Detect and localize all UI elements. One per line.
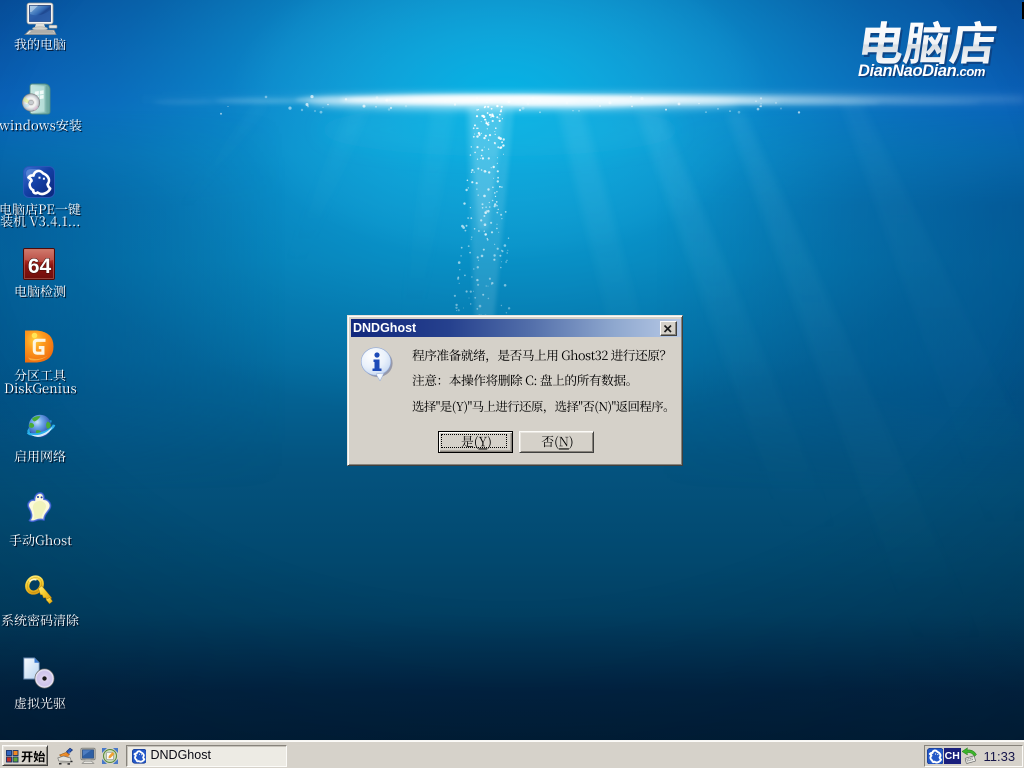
svg-text:64: 64: [28, 255, 52, 278]
